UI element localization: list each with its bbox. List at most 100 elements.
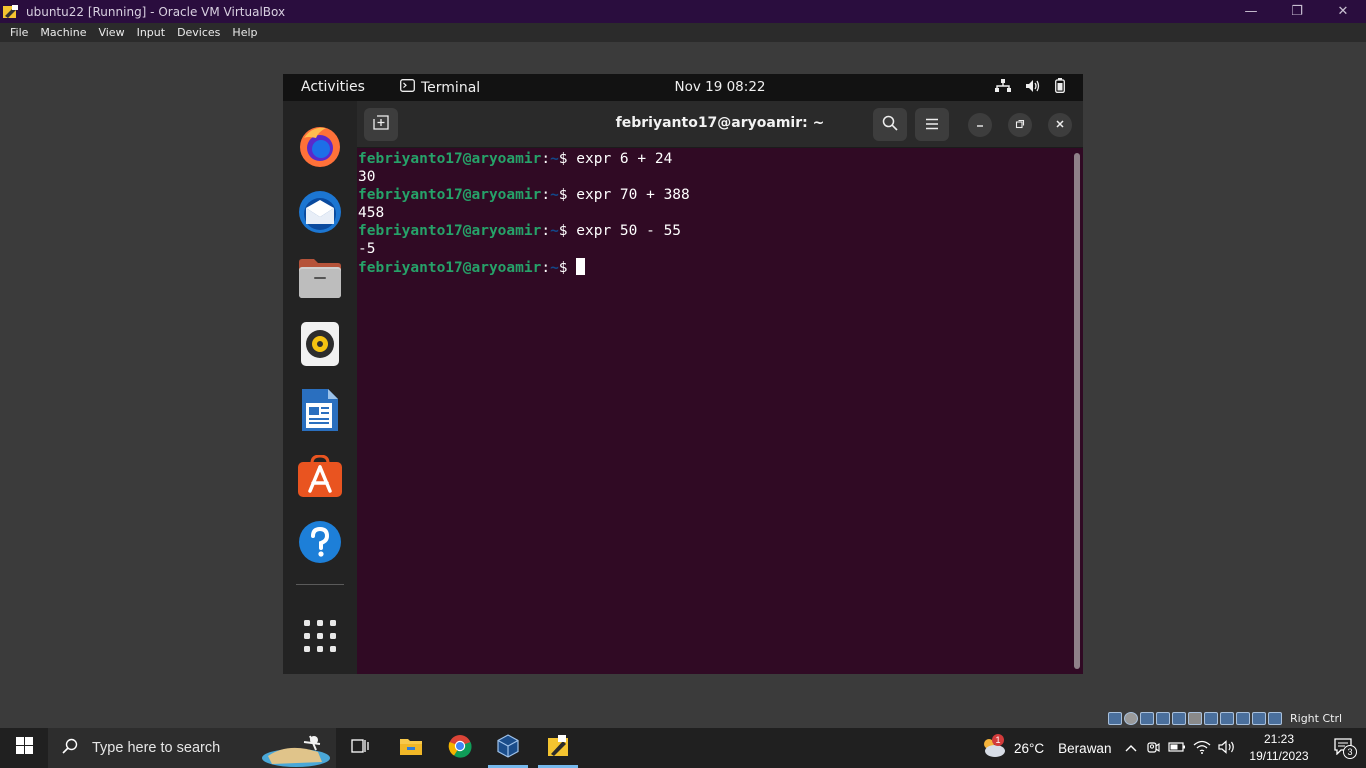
help-icon[interactable]: [297, 519, 343, 565]
close-button[interactable]: ✕: [1320, 0, 1366, 23]
search-highlight-icon: [258, 730, 332, 768]
terminal-prompt-line: febriyanto17@aryoamir:~$: [358, 258, 1068, 276]
thunderbird-icon[interactable]: [297, 189, 343, 235]
prompt-separator: :: [541, 187, 551, 203]
prompt-symbol: $: [558, 187, 577, 203]
speaker-icon[interactable]: [1218, 739, 1236, 757]
libreoffice-writer-icon[interactable]: [297, 387, 343, 433]
command-text: expr 6 + 24: [576, 151, 673, 167]
terminal-prompt-line: febriyanto17@aryoamir:~$ expr 50 - 55: [358, 222, 1068, 240]
terminal-cursor: [576, 258, 586, 275]
usb-icon[interactable]: [1172, 711, 1186, 725]
dock-separator: [296, 584, 344, 585]
prompt-symbol: $: [558, 151, 577, 167]
prompt-user: febriyanto17@aryoamir: [358, 223, 542, 239]
terminal-minimize-button[interactable]: [968, 113, 992, 137]
prompt-user: febriyanto17@aryoamir: [358, 151, 542, 167]
window-title: ubuntu22 [Running] - Oracle VM VirtualBo…: [26, 4, 286, 19]
start-button[interactable]: [0, 728, 48, 768]
prompt-separator: :: [541, 151, 551, 167]
audio-icon[interactable]: [1140, 711, 1154, 725]
windows-system-tray: [1124, 728, 1236, 768]
prompt-symbol: $: [558, 260, 577, 276]
command-text: expr 70 + 388: [576, 187, 690, 203]
files-icon[interactable]: [297, 255, 343, 301]
search-icon: [62, 738, 78, 759]
menu-input[interactable]: Input: [131, 26, 171, 39]
rhythmbox-icon[interactable]: [297, 321, 343, 367]
search-placeholder: Type here to search: [92, 740, 221, 756]
terminal-window[interactable]: febriyanto17@aryoamir: ~ febriyanto17@ar…: [357, 101, 1083, 674]
terminal-headerbar: febriyanto17@aryoamir: ~: [357, 101, 1083, 148]
notification-center-button[interactable]: 3: [1320, 728, 1366, 768]
taskbar-file-explorer[interactable]: [387, 728, 435, 768]
shared-folders-icon[interactable]: [1188, 711, 1202, 725]
recording-icon[interactable]: [1220, 711, 1234, 725]
notification-icon: 3: [1333, 737, 1357, 760]
taskbar-chrome[interactable]: [436, 728, 484, 768]
terminal-output-line: -5: [358, 241, 376, 257]
menu-machine[interactable]: Machine: [34, 26, 92, 39]
virtualbox-app-icon: [2, 4, 20, 20]
task-view-button[interactable]: [336, 728, 384, 768]
terminal-scrollbar[interactable]: [1074, 153, 1080, 669]
network-icon: [995, 78, 1011, 97]
search-button[interactable]: [873, 108, 907, 141]
prompt-path: ~: [550, 187, 559, 203]
chevron-up-icon[interactable]: [1124, 740, 1138, 756]
vbox-titlebar: ubuntu22 [Running] - Oracle VM VirtualBo…: [0, 0, 1366, 23]
terminal-maximize-button[interactable]: [1008, 113, 1032, 137]
taskbar-virtualbox-manager[interactable]: [484, 728, 532, 768]
volume-icon: [1025, 79, 1041, 97]
taskbar-clock[interactable]: 21:23 19/11/2023: [1240, 731, 1318, 765]
prompt-separator: :: [541, 223, 551, 239]
terminal-output-line: 458: [358, 205, 385, 221]
chrome-icon: [448, 734, 472, 763]
menu-help[interactable]: Help: [226, 26, 263, 39]
minimize-button[interactable]: —: [1228, 0, 1274, 23]
prompt-separator: :: [541, 260, 551, 276]
prompt-path: ~: [550, 151, 559, 167]
command-text: expr 50 - 55: [576, 223, 682, 239]
virtualbox-cube-icon: [496, 733, 520, 763]
task-view-icon: [351, 738, 369, 759]
mouse-integration-icon[interactable]: [1252, 711, 1266, 725]
meet-now-icon[interactable]: [1145, 739, 1161, 758]
network-adapter-icon[interactable]: [1156, 711, 1170, 725]
gnome-clock[interactable]: Nov 19 08:22: [283, 79, 1083, 95]
terminal-prompt-line: febriyanto17@aryoamir:~$ expr 6 + 24: [358, 150, 1068, 168]
prompt-user: febriyanto17@aryoamir: [358, 187, 542, 203]
menu-button[interactable]: [915, 108, 949, 141]
hard-disk-icon[interactable]: [1108, 711, 1122, 725]
optical-drive-icon[interactable]: [1124, 711, 1138, 725]
taskbar-ubuntu-vm[interactable]: [534, 728, 582, 768]
taskbar-search-box[interactable]: Type here to search: [48, 728, 336, 768]
taskbar-date: 19/11/2023: [1249, 749, 1309, 763]
wifi-icon[interactable]: [1193, 740, 1211, 757]
close-icon: [1055, 118, 1065, 132]
minimize-icon: [975, 118, 985, 132]
weather-widget[interactable]: 1 26°C Berawan: [980, 728, 1111, 768]
vbox-menubar: File Machine View Input Devices Help: [0, 23, 1366, 42]
virtualization-icon[interactable]: [1236, 711, 1250, 725]
guest-screen[interactable]: Activities Terminal Nov 19 08:22 febriya…: [283, 74, 1083, 674]
show-apps-icon[interactable]: [297, 613, 343, 659]
menu-file[interactable]: File: [4, 26, 34, 39]
menu-devices[interactable]: Devices: [171, 26, 226, 39]
terminal-close-button[interactable]: [1048, 113, 1072, 137]
prompt-user: febriyanto17@aryoamir: [358, 260, 542, 276]
keyboard-capture-icon[interactable]: [1268, 711, 1282, 725]
prompt-path: ~: [550, 223, 559, 239]
ubuntu-software-icon[interactable]: [297, 453, 343, 499]
firefox-icon[interactable]: [297, 123, 343, 169]
hamburger-menu-icon: [925, 115, 939, 134]
terminal-output[interactable]: febriyanto17@aryoamir:~$ expr 6 + 24 30 fe…: [358, 150, 1068, 670]
notification-count: 3: [1343, 744, 1357, 759]
display-icon[interactable]: [1204, 711, 1218, 725]
terminal-prompt-line: febriyanto17@aryoamir:~$ expr 70 + 388: [358, 186, 1068, 204]
host-key-label: Right Ctrl: [1290, 711, 1343, 725]
battery-icon[interactable]: [1168, 740, 1186, 756]
restore-button[interactable]: ❐: [1274, 0, 1320, 23]
system-tray[interactable]: [995, 78, 1065, 97]
menu-view[interactable]: View: [92, 26, 130, 39]
